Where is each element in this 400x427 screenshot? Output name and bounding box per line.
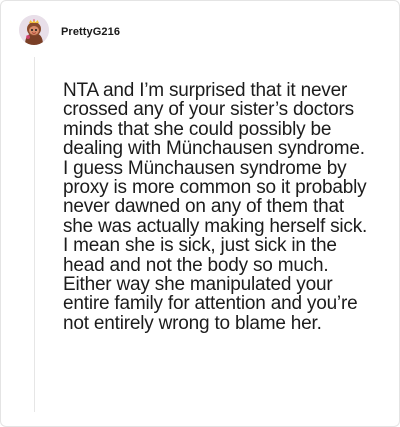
comment-card: PrettyG216 NTA and I’m surprised that it… [0,0,400,427]
cartoon-character-avatar-icon [19,15,49,45]
thread-line[interactable] [34,57,35,412]
avatar[interactable] [19,15,49,45]
comment-text: NTA and I’m surprised that it never cros… [63,80,368,334]
username[interactable]: PrettyG216 [61,26,120,38]
